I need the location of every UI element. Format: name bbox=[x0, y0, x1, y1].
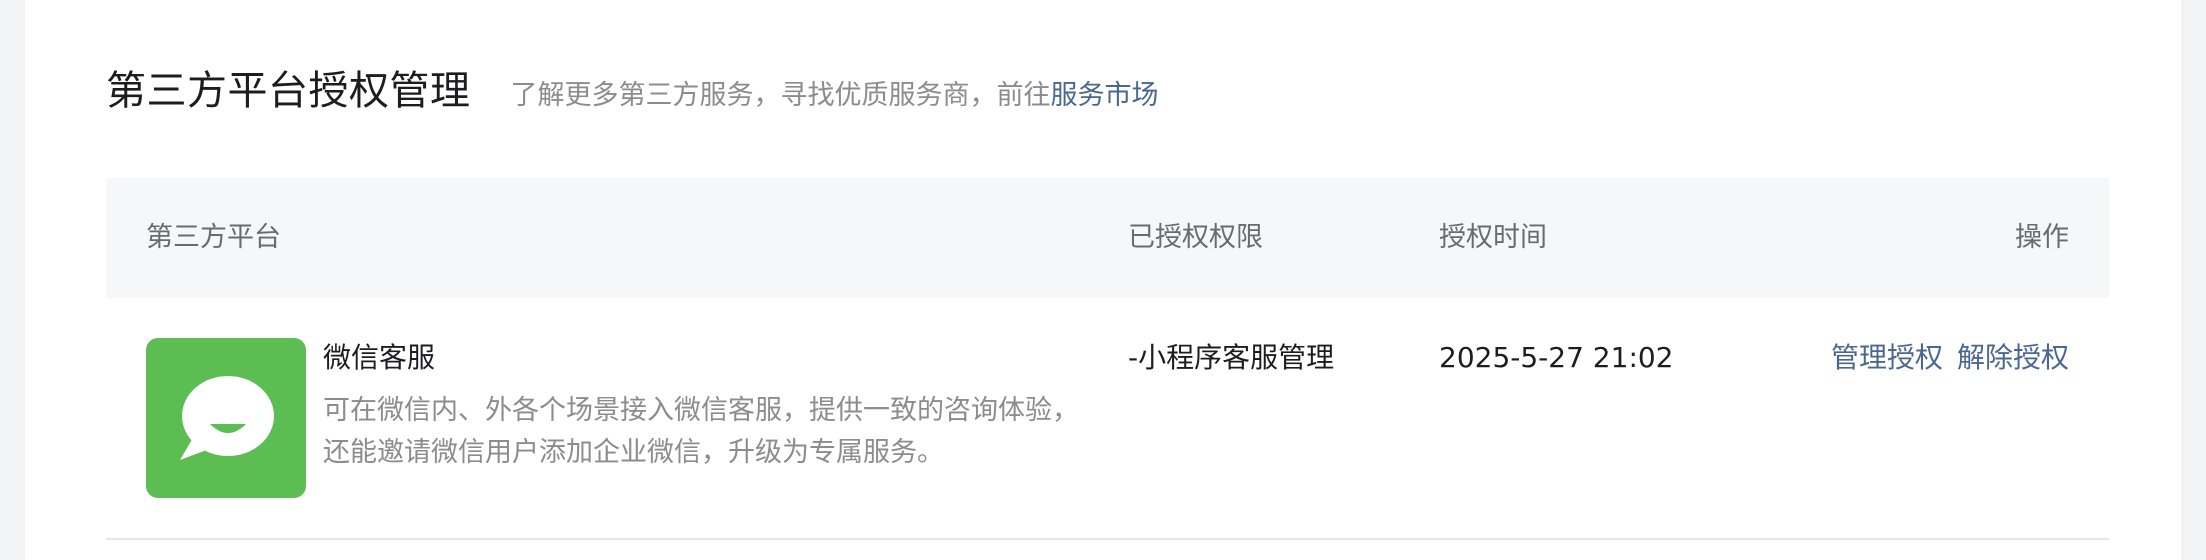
table-row: 微信客服 可在微信内、外各个场景接入微信客服，提供一致的咨询体验，还能邀请微信用… bbox=[106, 298, 2109, 540]
authorization-time: 2025-5-27 21:02 bbox=[1439, 341, 1674, 374]
app-name: 微信客服 bbox=[323, 341, 436, 374]
column-header-actions: 操作 bbox=[2015, 222, 2069, 253]
page-header: 第三方平台授权管理 了解更多第三方服务，寻找优质服务商，前往服务市场 bbox=[106, 58, 1159, 116]
page-title: 第三方平台授权管理 bbox=[106, 68, 471, 114]
subtitle-text: 了解更多第三方服务，寻找优质服务商，前往 bbox=[510, 80, 1051, 111]
service-market-link[interactable]: 服务市场 bbox=[1051, 80, 1159, 111]
content-panel: 第三方平台授权管理 了解更多第三方服务，寻找优质服务商，前往服务市场 第三方平台… bbox=[25, 0, 2181, 560]
revoke-authorization-link[interactable]: 解除授权 bbox=[1957, 338, 2069, 378]
manage-authorization-link[interactable]: 管理授权 bbox=[1831, 338, 1943, 378]
authorized-permissions: -小程序客服管理 bbox=[1128, 341, 1335, 374]
row-actions: 管理授权 解除授权 bbox=[1831, 338, 2069, 378]
column-header-platform: 第三方平台 bbox=[146, 222, 281, 253]
column-header-time: 授权时间 bbox=[1439, 222, 1547, 253]
table-header: 第三方平台 已授权权限 授权时间 操作 bbox=[106, 178, 2109, 298]
app-description: 可在微信内、外各个场景接入微信客服，提供一致的咨询体验，还能邀请微信用户添加企业… bbox=[323, 395, 1079, 468]
wechat-customer-service-icon bbox=[146, 338, 306, 498]
column-header-permissions: 已授权权限 bbox=[1128, 222, 1263, 253]
chat-bubble-icon bbox=[180, 376, 274, 460]
page-subtitle: 了解更多第三方服务，寻找优质服务商，前往服务市场 bbox=[511, 73, 1159, 112]
